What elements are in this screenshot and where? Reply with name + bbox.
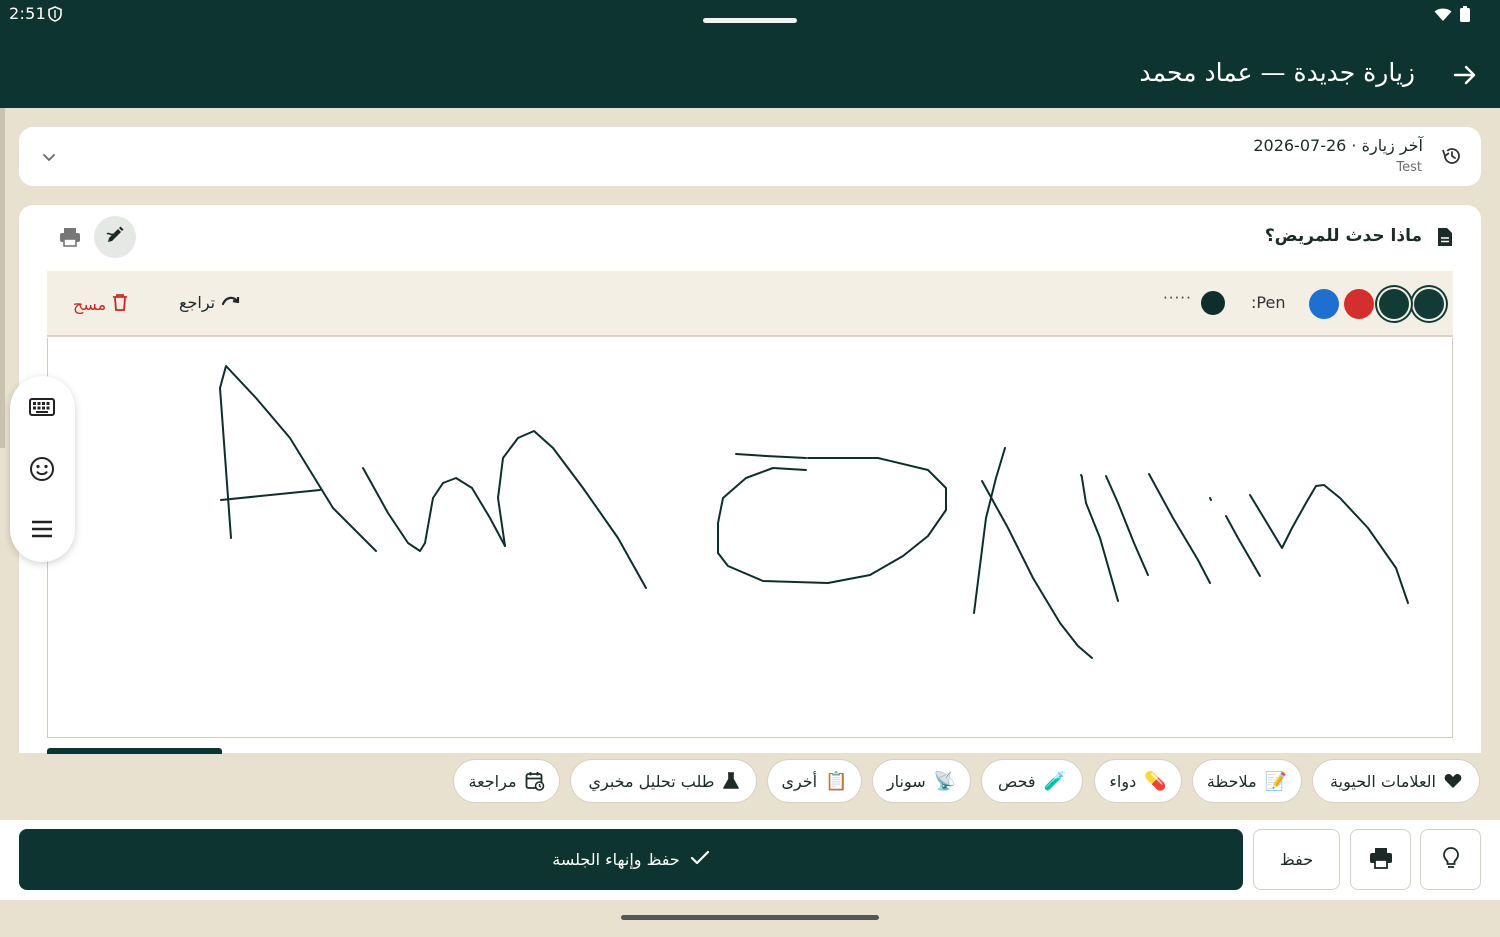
pen-size-selected[interactable] — [1201, 291, 1225, 315]
quick-actions: العلامات الحيوية 📝 ملاحظة 💊 دواء 🧪 فحص 📡… — [0, 759, 1500, 805]
memo-icon: 📝 — [1264, 770, 1288, 792]
chip-lab-request[interactable]: طلب تحليل مخبري — [570, 759, 757, 803]
save-label: حفظ — [1279, 850, 1314, 869]
clipboard-icon: 📋 — [825, 770, 848, 792]
chip-exam[interactable]: 🧪 فحص — [981, 759, 1083, 803]
chip-note[interactable]: 📝 ملاحظة — [1192, 759, 1302, 803]
trash-icon — [112, 293, 128, 315]
print-icon[interactable] — [59, 227, 81, 251]
lightbulb-icon — [1442, 846, 1460, 874]
chip-label: فحص — [998, 771, 1036, 791]
handwriting-strokes — [219, 365, 1409, 659]
chip-other[interactable]: 📋 أخرى — [767, 759, 862, 803]
chip-label: أخرى — [781, 771, 818, 791]
last-visit-title: آخر زيارة · 26-07-2026 — [1253, 136, 1423, 155]
chip-follow-up[interactable]: مراجعة — [453, 759, 560, 803]
chip-vitals[interactable]: العلامات الحيوية — [1312, 759, 1480, 803]
color-swatch-4[interactable] — [1309, 289, 1339, 319]
pen-size-options[interactable]: ····· — [1163, 289, 1192, 307]
chip-label: سونار — [886, 771, 926, 791]
menu-icon[interactable] — [29, 519, 55, 543]
back-button[interactable] — [1450, 60, 1480, 90]
status-bar: 2:51 — [0, 0, 1500, 28]
heart-icon — [1444, 773, 1462, 789]
test-tube-icon: 🧪 — [1043, 770, 1066, 792]
last-visit-subtitle: Test — [1396, 160, 1422, 175]
color-swatch-3[interactable] — [1344, 289, 1374, 319]
wifi-icon — [1434, 7, 1452, 26]
undo-label: تراجع — [179, 293, 216, 312]
document-icon — [1437, 227, 1453, 251]
drawing-canvas[interactable] — [47, 338, 1453, 738]
save-button[interactable]: حفظ — [1253, 829, 1340, 890]
pen-edit-icon — [104, 224, 126, 250]
app-bar: زيارة جديدة — عماد محمد — [0, 28, 1500, 108]
arrow-forward-icon — [1450, 65, 1480, 94]
clear-label: مسح — [73, 294, 107, 314]
pill-icon: 💊 — [1144, 770, 1167, 792]
check-icon — [690, 850, 710, 870]
floating-tools — [10, 376, 75, 562]
emoji-icon[interactable] — [29, 456, 55, 486]
bottom-action-bar: حفظ وإنهاء الجلسة حفظ — [0, 820, 1500, 900]
last-visit-card[interactable]: آخر زيارة · 26-07-2026 Test — [19, 127, 1481, 186]
keyboard-icon[interactable] — [29, 396, 55, 422]
color-swatch-1[interactable] — [1414, 289, 1444, 319]
shield-icon — [48, 6, 62, 26]
edge-scroll-indicator — [0, 108, 5, 448]
chip-label: دواء — [1109, 771, 1137, 791]
chip-label: ملاحظة — [1206, 771, 1257, 791]
color-swatch-2[interactable] — [1379, 289, 1409, 319]
notes-card: ماذا حدث للمريض؟ :Pen ····· تراجع مسح — [19, 205, 1481, 754]
drawing-toolbar: :Pen ····· تراجع مسح — [47, 271, 1453, 337]
print-icon — [1369, 847, 1393, 873]
history-icon — [1441, 145, 1463, 171]
draw-mode-button[interactable] — [94, 216, 136, 258]
clear-button[interactable]: مسح — [73, 293, 128, 315]
chip-label: طلب تحليل مخبري — [588, 771, 715, 791]
tips-button[interactable] — [1420, 829, 1481, 890]
chip-label: العلامات الحيوية — [1330, 771, 1436, 791]
chevron-down-icon[interactable] — [39, 147, 59, 171]
print-button[interactable] — [1350, 829, 1411, 890]
save-and-end-session-button[interactable]: حفظ وإنهاء الجلسة — [19, 829, 1243, 890]
battery-icon — [1460, 6, 1470, 26]
flask-icon — [722, 772, 739, 790]
chip-medication[interactable]: 💊 دواء — [1094, 759, 1182, 803]
primary-label: حفظ وإنهاء الجلسة — [552, 850, 680, 869]
scroll-indicator — [47, 748, 222, 754]
page-title: زيارة جديدة — عماد محمد — [1139, 58, 1415, 87]
status-time: 2:51 — [9, 4, 47, 23]
status-icons — [1434, 6, 1470, 26]
undo-button[interactable]: تراجع — [179, 293, 241, 312]
notes-title: ماذا حدث للمريض؟ — [1264, 226, 1422, 246]
undo-icon — [221, 293, 241, 312]
navigation-handle — [621, 915, 879, 920]
satellite-dish-icon: 📡 — [933, 770, 957, 792]
notch-pill — [703, 18, 797, 23]
chip-label: مراجعة — [468, 771, 517, 791]
chip-ultrasound[interactable]: 📡 سونار — [872, 759, 971, 803]
calendar-icon — [525, 771, 545, 791]
pen-label: :Pen — [1251, 293, 1286, 312]
